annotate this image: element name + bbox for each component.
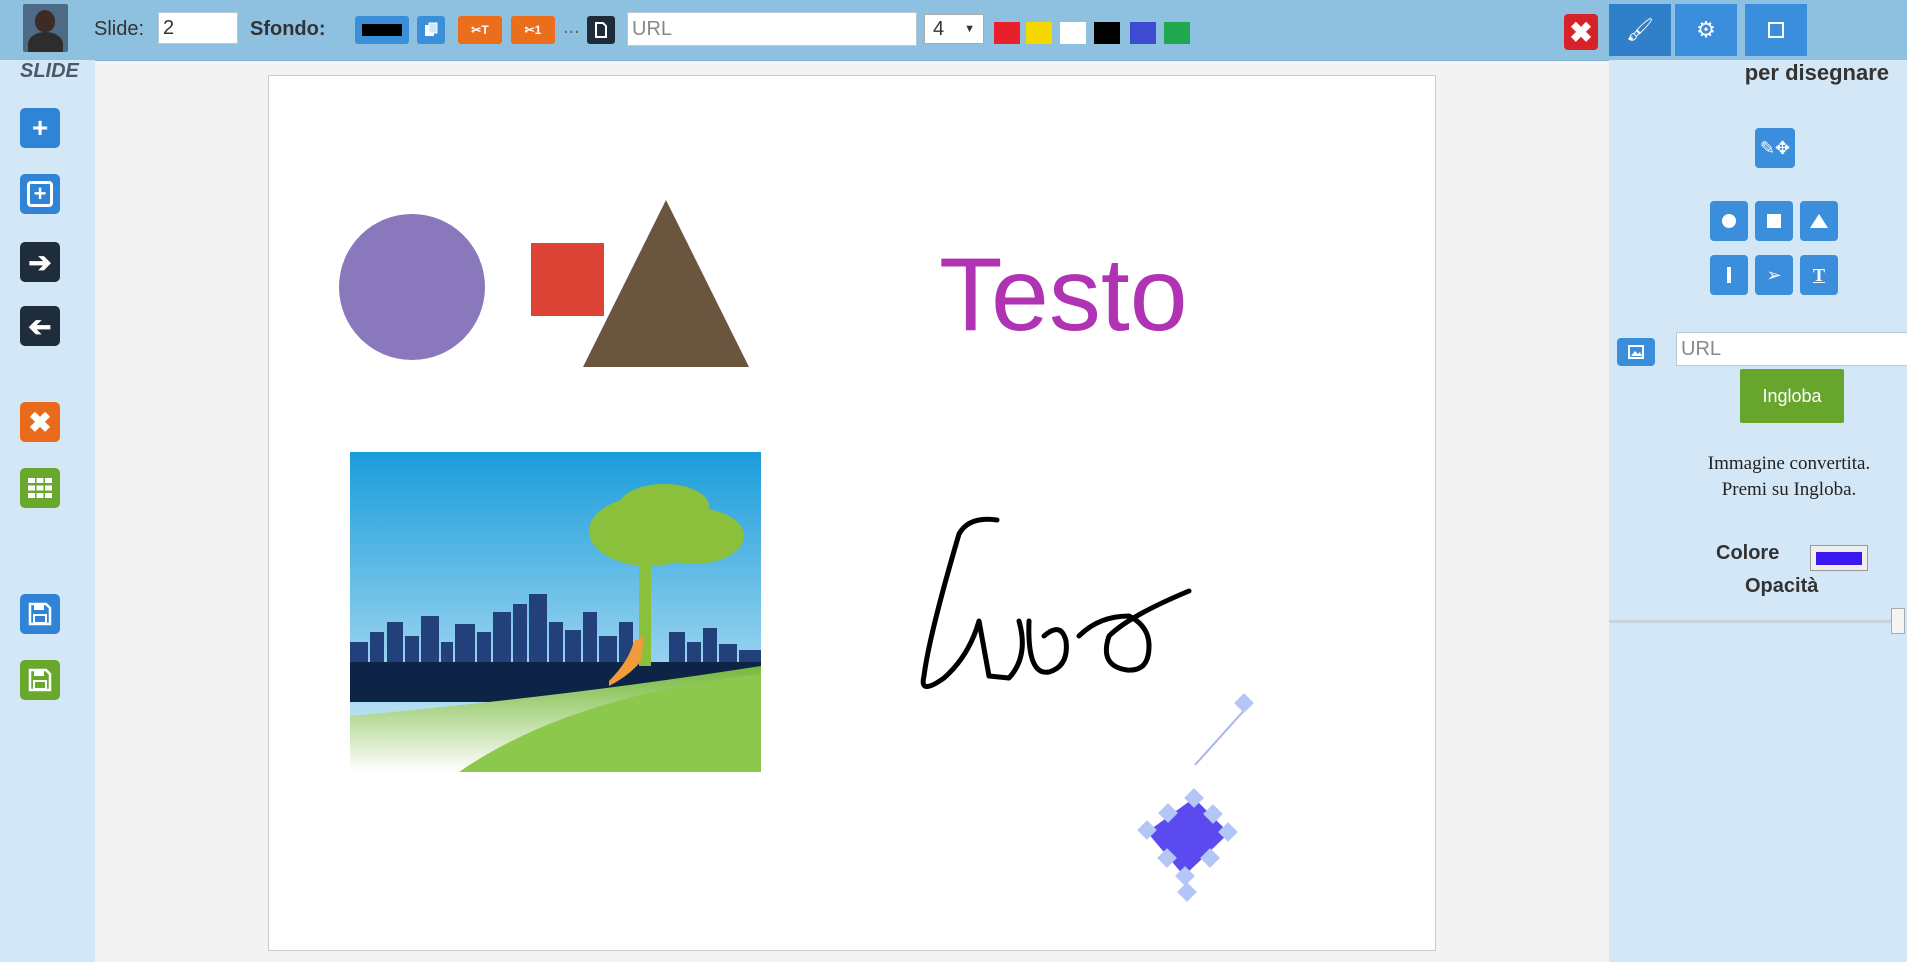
palette-blue[interactable] bbox=[1130, 22, 1156, 44]
palette-black[interactable] bbox=[1094, 22, 1120, 44]
floppy-icon bbox=[28, 668, 52, 692]
draw-panel: per disegnare ✎✥ ➢ T Ingloba Immagine co… bbox=[1609, 60, 1907, 962]
sidebar-title: SLIDE bbox=[20, 60, 79, 82]
previous-slide-button[interactable]: ➔ bbox=[20, 306, 60, 346]
info-message: Immagine convertita. Premi su Ingloba. bbox=[1669, 451, 1907, 503]
ingloba-button[interactable]: Ingloba bbox=[1740, 369, 1844, 423]
top-toolbar: Slide: Sfondo: ✂T ✂1 ... 4 ▼ ✖ 🖌 ⚙ bbox=[0, 0, 1907, 61]
grid-view-button[interactable] bbox=[20, 468, 60, 508]
send-icon: ➢ bbox=[1766, 264, 1782, 285]
info-line-1: Immagine convertita. bbox=[1707, 453, 1871, 474]
next-slide-button[interactable]: ➔ bbox=[20, 242, 60, 282]
image-icon bbox=[1628, 345, 1644, 359]
ellipsis-text: ... bbox=[563, 16, 580, 38]
insert-text-button[interactable]: T bbox=[1800, 255, 1838, 295]
palette-red[interactable] bbox=[994, 22, 1020, 44]
opacity-slider-track[interactable] bbox=[1609, 620, 1899, 623]
close-button[interactable]: ✖ bbox=[1564, 14, 1598, 50]
colore-label: Colore bbox=[1716, 542, 1780, 564]
text-icon: T bbox=[1812, 264, 1825, 285]
gear-icon: ⚙ bbox=[1696, 17, 1716, 42]
plus-square-icon: + bbox=[27, 181, 53, 207]
circle-shape[interactable] bbox=[339, 214, 485, 360]
palette-white[interactable] bbox=[1060, 22, 1086, 44]
image-button[interactable] bbox=[1617, 338, 1655, 366]
sfondo-label: Sfondo: bbox=[250, 18, 326, 40]
plus-icon: + bbox=[31, 112, 49, 143]
background-color-swatch bbox=[362, 24, 402, 36]
save-button[interactable] bbox=[20, 594, 60, 634]
handwriting-stroke[interactable] bbox=[920, 516, 1192, 689]
palette-yellow[interactable] bbox=[1026, 22, 1052, 44]
image-url-input[interactable] bbox=[1676, 332, 1907, 366]
close-icon: ✖ bbox=[28, 406, 52, 438]
chevron-down-icon: ▼ bbox=[964, 23, 975, 35]
slide-canvas[interactable]: Testo bbox=[268, 75, 1436, 951]
background-url-input[interactable] bbox=[627, 12, 917, 46]
pencil-move-button[interactable]: ✎✥ bbox=[1755, 128, 1795, 168]
insert-slide-button[interactable]: + bbox=[20, 174, 60, 214]
selected-shape[interactable] bbox=[1137, 693, 1254, 902]
pencil-move-icon: ✎✥ bbox=[1759, 137, 1791, 158]
slide-sidebar: SLIDE + + ➔ ➔ ✖ bbox=[0, 60, 95, 962]
city-image[interactable] bbox=[350, 452, 761, 772]
line-icon bbox=[1727, 267, 1731, 283]
tab-settings[interactable]: ⚙ bbox=[1675, 4, 1737, 56]
draw-arrow-button[interactable]: ➢ bbox=[1755, 255, 1793, 295]
cut-text-button[interactable]: ✂T bbox=[458, 16, 502, 44]
triangle-shape[interactable] bbox=[583, 200, 749, 367]
grid-icon bbox=[28, 478, 52, 498]
save-as-button[interactable] bbox=[20, 660, 60, 700]
square-icon bbox=[1767, 214, 1781, 228]
draw-line-button[interactable] bbox=[1710, 255, 1748, 295]
arrow-right-icon: ➔ bbox=[28, 246, 52, 278]
paste-icon[interactable] bbox=[417, 16, 445, 44]
tab-panel[interactable] bbox=[1745, 4, 1807, 56]
delete-slide-button[interactable]: ✖ bbox=[20, 402, 60, 442]
avatar[interactable] bbox=[23, 4, 68, 52]
square-shape[interactable] bbox=[531, 243, 604, 316]
tab-brush[interactable]: 🖌 bbox=[1609, 4, 1671, 56]
floppy-icon bbox=[28, 602, 52, 626]
palette-green[interactable] bbox=[1164, 22, 1190, 44]
opacita-label: Opacità bbox=[1745, 575, 1819, 597]
pen-size-value: 4 bbox=[933, 18, 945, 40]
slide-number-input[interactable] bbox=[158, 12, 238, 44]
info-line-2: Premi su Ingloba. bbox=[1721, 479, 1857, 500]
opacity-slider-handle[interactable] bbox=[1891, 608, 1905, 634]
draw-circle-button[interactable] bbox=[1710, 201, 1748, 241]
circle-icon bbox=[1722, 214, 1736, 228]
color-picker[interactable] bbox=[1810, 545, 1868, 571]
window-icon bbox=[1768, 22, 1784, 38]
pen-size-select[interactable]: 4 ▼ bbox=[924, 14, 984, 44]
panel-heading: per disegnare bbox=[1744, 60, 1889, 85]
file-icon[interactable] bbox=[587, 16, 615, 44]
add-slide-button[interactable]: + bbox=[20, 108, 60, 148]
triangle-icon bbox=[1810, 214, 1828, 228]
draw-triangle-button[interactable] bbox=[1800, 201, 1838, 241]
slide-label: Slide: bbox=[94, 18, 145, 40]
arrow-left-icon: ➔ bbox=[28, 310, 52, 342]
color-picker-swatch bbox=[1816, 552, 1862, 565]
text-object[interactable]: Testo bbox=[939, 236, 1188, 355]
draw-square-button[interactable] bbox=[1755, 201, 1793, 241]
background-color-button[interactable] bbox=[355, 16, 409, 44]
cut-one-button[interactable]: ✂1 bbox=[511, 16, 555, 44]
brush-icon: 🖌 bbox=[1626, 17, 1654, 42]
